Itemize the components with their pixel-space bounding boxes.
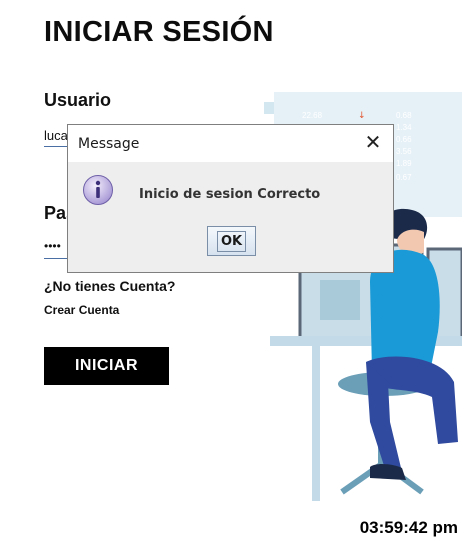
board-block <box>264 102 274 114</box>
dialog-titlebar[interactable]: Message ✕ <box>68 125 393 162</box>
no-account-question: ¿No tienes Cuenta? <box>44 278 176 294</box>
create-account-link[interactable]: Crear Cuenta <box>44 303 119 317</box>
screen-value: 1.34 <box>396 123 412 132</box>
ok-button[interactable]: OK <box>207 226 256 256</box>
screen-value: 1.89 <box>396 159 412 168</box>
page-title: INICIAR SESIÓN <box>44 16 274 48</box>
screen-value: 0.66 <box>396 135 412 144</box>
user-label: Usuario <box>44 90 112 110</box>
ok-button-label: OK <box>216 230 247 252</box>
desk-leg <box>312 346 320 501</box>
close-icon[interactable]: ✕ <box>353 125 393 162</box>
dialog-message: Inicio de sesion Correcto <box>139 187 321 202</box>
information-icon <box>83 175 113 205</box>
screen-value: 3.56 <box>396 147 412 156</box>
login-button[interactable]: INICIAR <box>44 347 169 385</box>
arrow-down-icon: ↓ <box>358 111 366 121</box>
screen-value: 22.68 <box>302 111 323 120</box>
screen-value: 0.68 <box>396 111 412 120</box>
dialog-title: Message <box>78 136 140 152</box>
message-dialog: Message ✕ Inicio de sesion Correcto OK <box>67 124 394 273</box>
screen-value: 0.67 <box>396 173 412 182</box>
monitor-panel <box>320 280 360 320</box>
clock: 03:59:42 pm <box>359 518 458 537</box>
